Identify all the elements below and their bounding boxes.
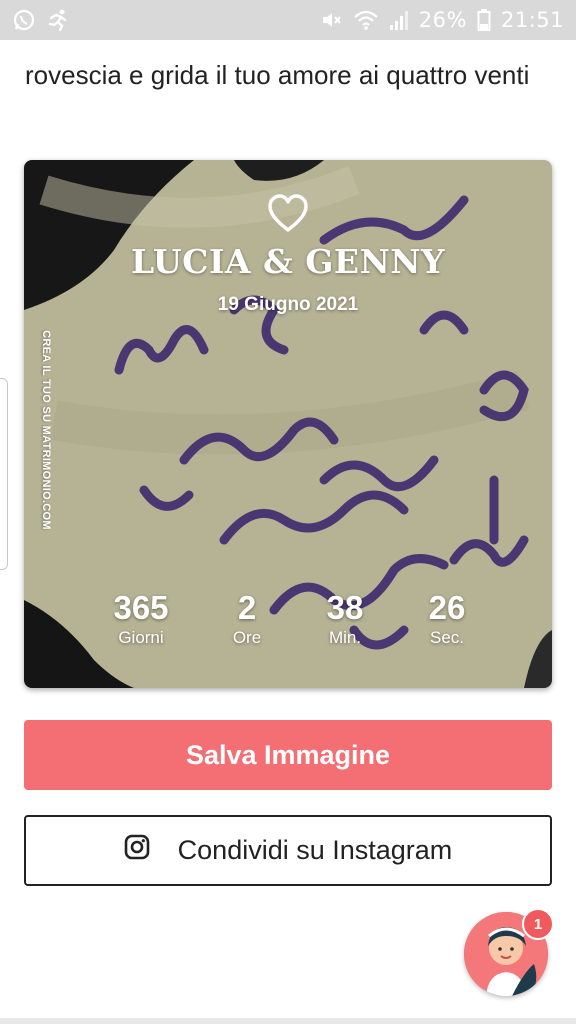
countdown-minutes: 38 Min.: [300, 588, 390, 648]
countdown-value: 26: [428, 589, 466, 626]
running-icon: [46, 8, 70, 32]
share-instagram-button[interactable]: Condividi su Instagram: [24, 815, 552, 886]
clock: 21:51: [500, 8, 564, 32]
whatsapp-icon: [12, 8, 36, 32]
card-watermark-text: CREA IL TUO SU MATRIMONIO.COM: [40, 330, 52, 530]
heart-icon: [268, 194, 308, 232]
countdown-hours: 2 Ore: [202, 588, 292, 648]
countdown-label: Min.: [328, 628, 362, 647]
mute-icon: [319, 8, 343, 32]
countdown-value: 2: [237, 589, 257, 626]
wedding-date: 19 Giugno 2021: [217, 294, 359, 315]
countdown-seconds: 26 Sec.: [402, 588, 492, 648]
share-instagram-label: Condividi su Instagram: [177, 835, 453, 865]
save-image-button[interactable]: Salva Immagine: [24, 720, 552, 790]
battery-percent: 26%: [418, 8, 467, 32]
instagram-icon: [124, 834, 150, 867]
countdown-value: 38: [326, 589, 364, 626]
wifi-icon: [353, 9, 379, 31]
countdown-label: Giorni: [118, 628, 164, 647]
battery-icon: [477, 8, 491, 32]
countdown-value: 365: [113, 589, 169, 626]
side-drawer-handle[interactable]: [0, 378, 8, 570]
countdown-label: Ore: [232, 628, 262, 647]
countdown-card: LUCIA & GENNY 19 Giugno 2021 CREA IL TUO…: [24, 160, 552, 688]
notification-badge: 1: [522, 908, 554, 940]
countdown-label: Sec.: [429, 628, 465, 647]
signal-icon: [389, 9, 409, 31]
countdown-days: 365 Giorni: [96, 588, 186, 648]
intro-text: rovescia e grida il tuo amore ai quattro…: [25, 60, 530, 90]
couple-names: LUCIA & GENNY: [131, 242, 445, 281]
bottom-edge: [0, 1018, 576, 1024]
status-bar: 26% 21:51: [0, 0, 576, 40]
